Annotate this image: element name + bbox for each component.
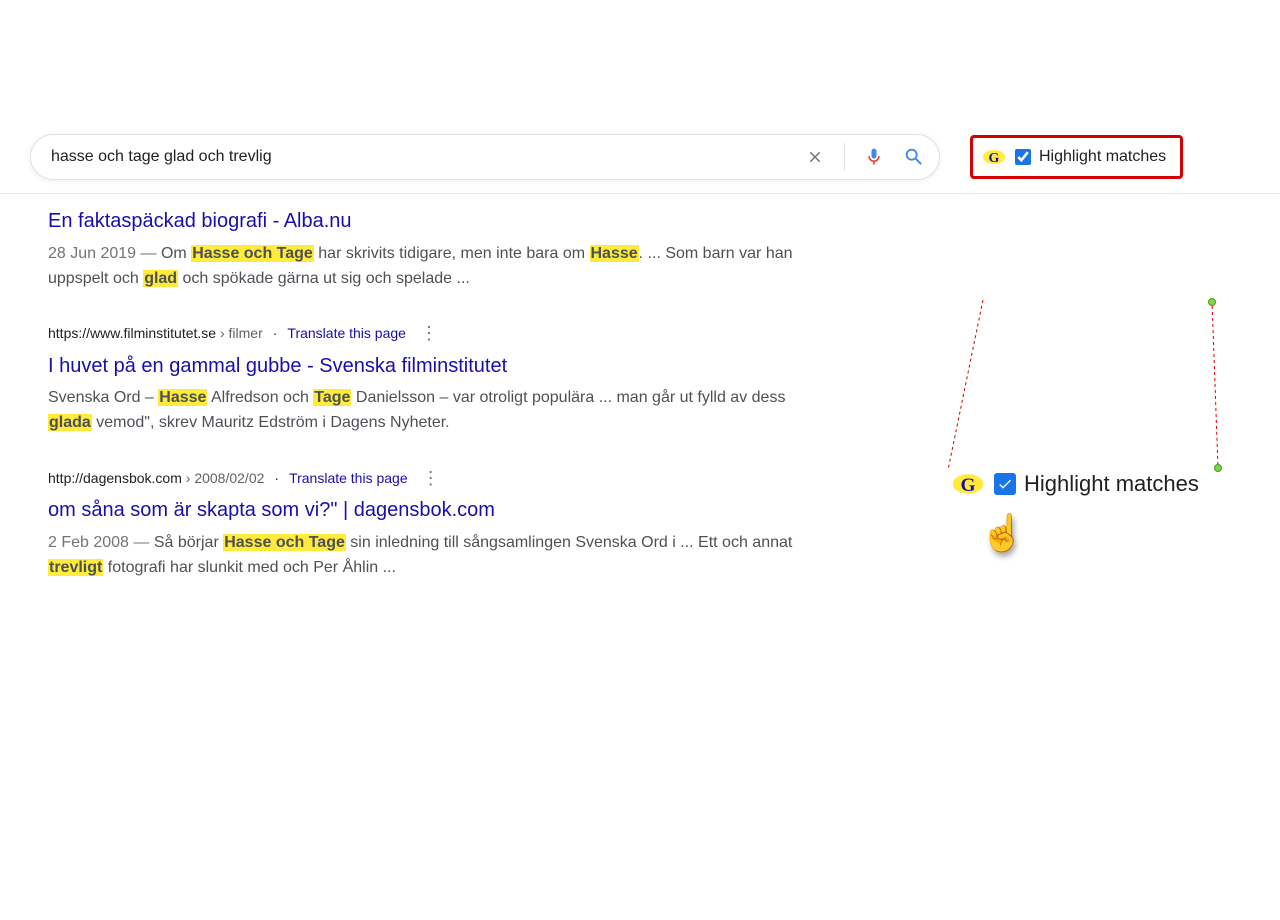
highlight-label-zoom: Highlight matches <box>1024 471 1199 497</box>
highlight: trevligt <box>48 559 103 576</box>
svg-text:G: G <box>989 151 1000 166</box>
result-menu-icon[interactable]: ⋮ <box>418 464 444 492</box>
divider <box>844 143 845 171</box>
search-result: https://www.filminstitutet.se › filmer ·… <box>48 319 820 436</box>
search-icons <box>804 143 925 171</box>
search-results: En faktaspäckad biografi - Alba.nu 28 Ju… <box>0 194 820 580</box>
pointer-icon: ☝️ <box>980 512 1025 554</box>
result-title[interactable]: om såna som är skapta som vi?" | dagensb… <box>48 495 820 527</box>
result-snippet: 28 Jun 2019 — Om Hasse och Tage har skri… <box>48 241 820 292</box>
translate-link[interactable]: Translate this page <box>287 322 406 344</box>
translate-link[interactable]: Translate this page <box>289 467 408 489</box>
search-bar <box>30 134 940 180</box>
svg-text:G: G <box>960 475 975 496</box>
callout-zoom: G Highlight matches <box>950 470 1199 498</box>
highlight: glad <box>143 270 178 287</box>
extension-g-icon: G <box>981 147 1007 167</box>
highlight: Tage <box>313 389 351 406</box>
highlight-checkbox-zoom <box>994 473 1016 495</box>
result-date: 28 Jun 2019 <box>48 245 136 262</box>
result-url: http://dagensbok.com › 2008/02/02 · Tran… <box>48 464 820 492</box>
search-row: G Highlight matches <box>0 120 1280 194</box>
result-date: 2 Feb 2008 <box>48 534 129 551</box>
result-url: https://www.filminstitutet.se › filmer ·… <box>48 319 820 347</box>
mic-icon[interactable] <box>863 146 885 168</box>
highlight-label: Highlight matches <box>1039 148 1166 166</box>
highlight: glada <box>48 414 92 431</box>
highlight-checkbox[interactable] <box>1015 149 1031 165</box>
highlight: Hasse och Tage <box>223 534 346 551</box>
search-result: http://dagensbok.com › 2008/02/02 · Tran… <box>48 464 820 581</box>
highlight: Hasse och Tage <box>191 245 314 262</box>
result-title[interactable]: En faktaspäckad biografi - Alba.nu <box>48 206 820 238</box>
result-snippet: 2 Feb 2008 — Så börjar Hasse och Tage si… <box>48 530 820 581</box>
resize-handle <box>1214 464 1222 472</box>
clear-icon[interactable] <box>804 146 826 168</box>
highlight: Hasse <box>590 245 639 262</box>
search-icon[interactable] <box>903 146 925 168</box>
search-result: En faktaspäckad biografi - Alba.nu 28 Ju… <box>48 206 820 291</box>
extension-g-icon: G <box>950 470 986 498</box>
search-input[interactable] <box>51 148 794 166</box>
result-snippet: Svenska Ord – Hasse Alfredson och Tage D… <box>48 385 820 436</box>
highlight: Hasse <box>158 389 207 406</box>
result-title[interactable]: I huvet på en gammal gubbe - Svenska fil… <box>48 351 820 383</box>
result-menu-icon[interactable]: ⋮ <box>416 319 442 347</box>
extension-box: G Highlight matches <box>970 135 1183 179</box>
resize-handle <box>1208 298 1216 306</box>
